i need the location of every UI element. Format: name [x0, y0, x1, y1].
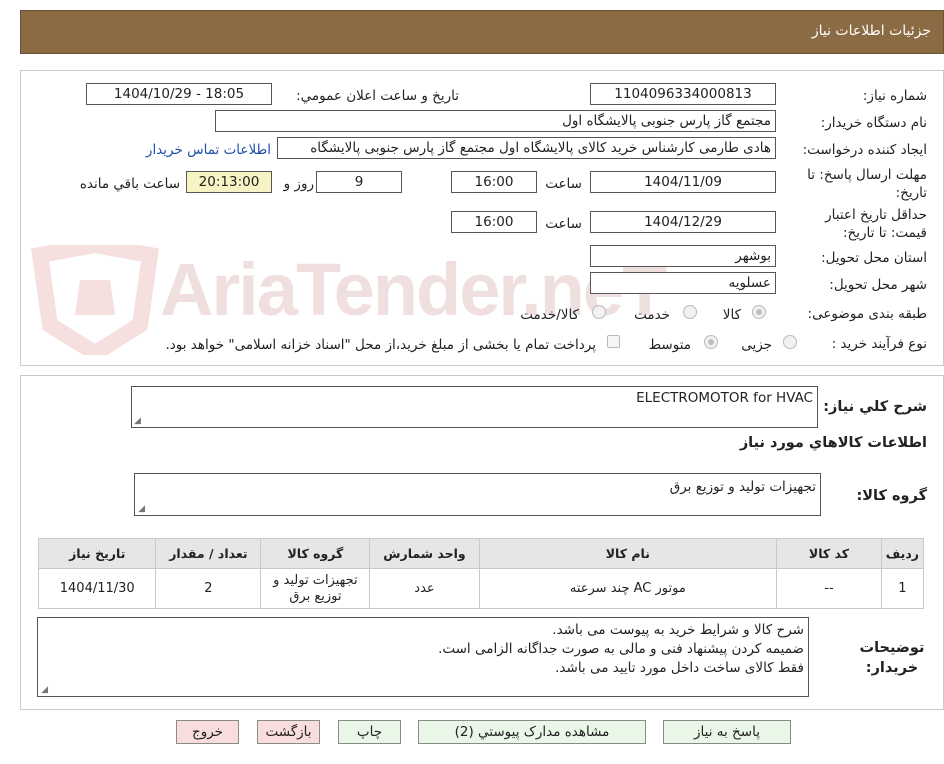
- col-unit: واحد شمارش: [369, 538, 480, 569]
- request-creator-field: هادی طارمی کارشناس خرید کالای پالایشگاه …: [277, 137, 776, 159]
- treasury-payment-checkbox[interactable]: [607, 335, 620, 348]
- col-item-code: کد کالا: [776, 538, 882, 569]
- buyer-notes-line: فقط کالای ساخت داخل مورد تایید می باشد.: [555, 660, 804, 676]
- items-section-title: اطلاعات کالاهاي مورد نياز: [739, 435, 927, 451]
- validity-time-field: 16:00: [451, 211, 537, 233]
- cell-quantity: 2: [155, 568, 262, 609]
- remaining-days-field: 9: [316, 171, 402, 193]
- purchase-type-label: نوع فرآیند خرید :: [831, 336, 927, 352]
- purchase-minor-label: جزیی: [741, 337, 772, 353]
- page-header: جزئیات اطلاعات نیاز: [20, 10, 944, 54]
- need-number-field: 1104096334000813: [590, 83, 776, 105]
- category-goods-label: کالا: [722, 307, 741, 323]
- delivery-city-label: شهر محل تحویل:: [829, 277, 927, 293]
- col-row-number: رديف: [880, 538, 925, 569]
- delivery-province-field: بوشهر: [590, 245, 776, 267]
- buyer-org-label: نام دستگاه خریدار:: [820, 115, 927, 131]
- col-item-group: گروه کالا: [260, 538, 371, 569]
- delivery-city-field: عسلویه: [590, 272, 776, 294]
- exit-button[interactable]: خروج: [176, 720, 239, 744]
- general-description-field: ELECTROMOTOR for HVAC ◢: [131, 386, 818, 428]
- resize-grip-icon[interactable]: ◢: [134, 417, 142, 426]
- reply-button[interactable]: پاسخ به نیاز: [663, 720, 791, 744]
- category-service-label: خدمت: [634, 307, 670, 323]
- price-validity-label: حداقل تاريخ اعتبار قیمت: تا تاریخ:: [825, 207, 927, 241]
- col-need-date: تاريخ نياز: [37, 538, 157, 569]
- buyer-notes-field: شرح کالا و شرایط خرید به پیوست می باشد. …: [37, 617, 809, 697]
- deadline-time-label: ساعت: [545, 176, 582, 192]
- validity-time-label: ساعت: [545, 216, 582, 232]
- resize-grip-icon[interactable]: ◢: [137, 505, 145, 514]
- deadline-time-field: 16:00: [451, 171, 537, 193]
- cell-item-name: موتور AC چند سرعته: [478, 568, 778, 609]
- general-description-value: ELECTROMOTOR for HVAC: [636, 390, 813, 406]
- remaining-time-label: ساعت باقي مانده: [79, 176, 180, 192]
- general-description-label: شرح کلي نياز:: [823, 399, 927, 415]
- back-button[interactable]: بازگشت: [257, 720, 320, 744]
- buyer-notes-line: شرح کالا و شرایط خرید به پیوست می باشد.: [552, 622, 804, 638]
- purchase-medium-label: متوسط: [648, 337, 691, 353]
- announce-date-label: تاریخ و ساعت اعلان عمومي:: [296, 88, 459, 104]
- validity-date-field: 1404/12/29: [590, 211, 776, 233]
- announce-date-field: 1404/10/29 - 18:05: [86, 83, 272, 105]
- buyer-contact-link[interactable]: اطلاعات تماس خریدار: [146, 142, 271, 158]
- view-attachments-button[interactable]: مشاهده مدارک پیوستي (2): [418, 720, 646, 744]
- print-button[interactable]: چاپ: [338, 720, 401, 744]
- category-goods-service-radio[interactable]: [592, 305, 606, 319]
- deadline-date-field: 1404/11/09: [590, 171, 776, 193]
- page-title: جزئیات اطلاعات نیاز: [811, 23, 931, 39]
- buyer-notes-label: توضيحات خريدار:: [859, 640, 925, 676]
- category-goods-service-label: کالا/خدمت: [520, 307, 579, 323]
- cell-need-date: 1404/11/30: [37, 568, 157, 609]
- category-service-radio[interactable]: [683, 305, 697, 319]
- request-creator-label: ایجاد کننده درخواست:: [802, 142, 927, 158]
- goods-group-value: تجهیزات تولید و توزیع برق: [669, 479, 816, 495]
- items-table: رديف کد کالا نام کالا واحد شمارش گروه کا…: [37, 538, 925, 609]
- deadline-label: مهلت ارسال پاسخ: تا تاریخ:: [807, 167, 927, 201]
- items-table-header-row: رديف کد کالا نام کالا واحد شمارش گروه کا…: [37, 538, 925, 569]
- category-goods-radio[interactable]: [752, 305, 766, 319]
- goods-group-field: تجهیزات تولید و توزیع برق ◢: [134, 473, 821, 516]
- remaining-time-field: 20:13:00: [186, 171, 272, 193]
- table-row: 1 -- موتور AC چند سرعته عدد تجهیزات تولی…: [37, 568, 925, 609]
- resize-grip-icon[interactable]: ◢: [40, 686, 48, 695]
- purchase-minor-radio[interactable]: [783, 335, 797, 349]
- cell-row-number: 1: [880, 568, 925, 609]
- col-quantity: تعداد / مقدار: [155, 538, 262, 569]
- need-number-label: شماره نیاز:: [862, 88, 927, 104]
- treasury-payment-note: پرداخت تمام یا بخشی از مبلغ خرید،از محل …: [165, 337, 596, 353]
- category-label: طبقه بندی موضوعی:: [807, 306, 927, 322]
- cell-item-group: تجهیزات تولید و توزیع برق: [260, 568, 371, 609]
- buyer-org-field: مجتمع گاز پارس جنوبی پالایشگاه اول: [215, 110, 776, 132]
- cell-item-code: --: [776, 568, 882, 609]
- purchase-medium-radio[interactable]: [704, 335, 718, 349]
- cell-unit: عدد: [369, 568, 480, 609]
- delivery-province-label: استان محل تحویل:: [821, 250, 927, 266]
- buyer-notes-line: ضمیمه کردن پیشنهاد فنی و مالی به صورت جد…: [438, 641, 804, 657]
- col-item-name: نام کالا: [478, 538, 778, 569]
- goods-group-label: گروه کالا:: [856, 488, 927, 504]
- remaining-days-label: روز و: [283, 176, 314, 192]
